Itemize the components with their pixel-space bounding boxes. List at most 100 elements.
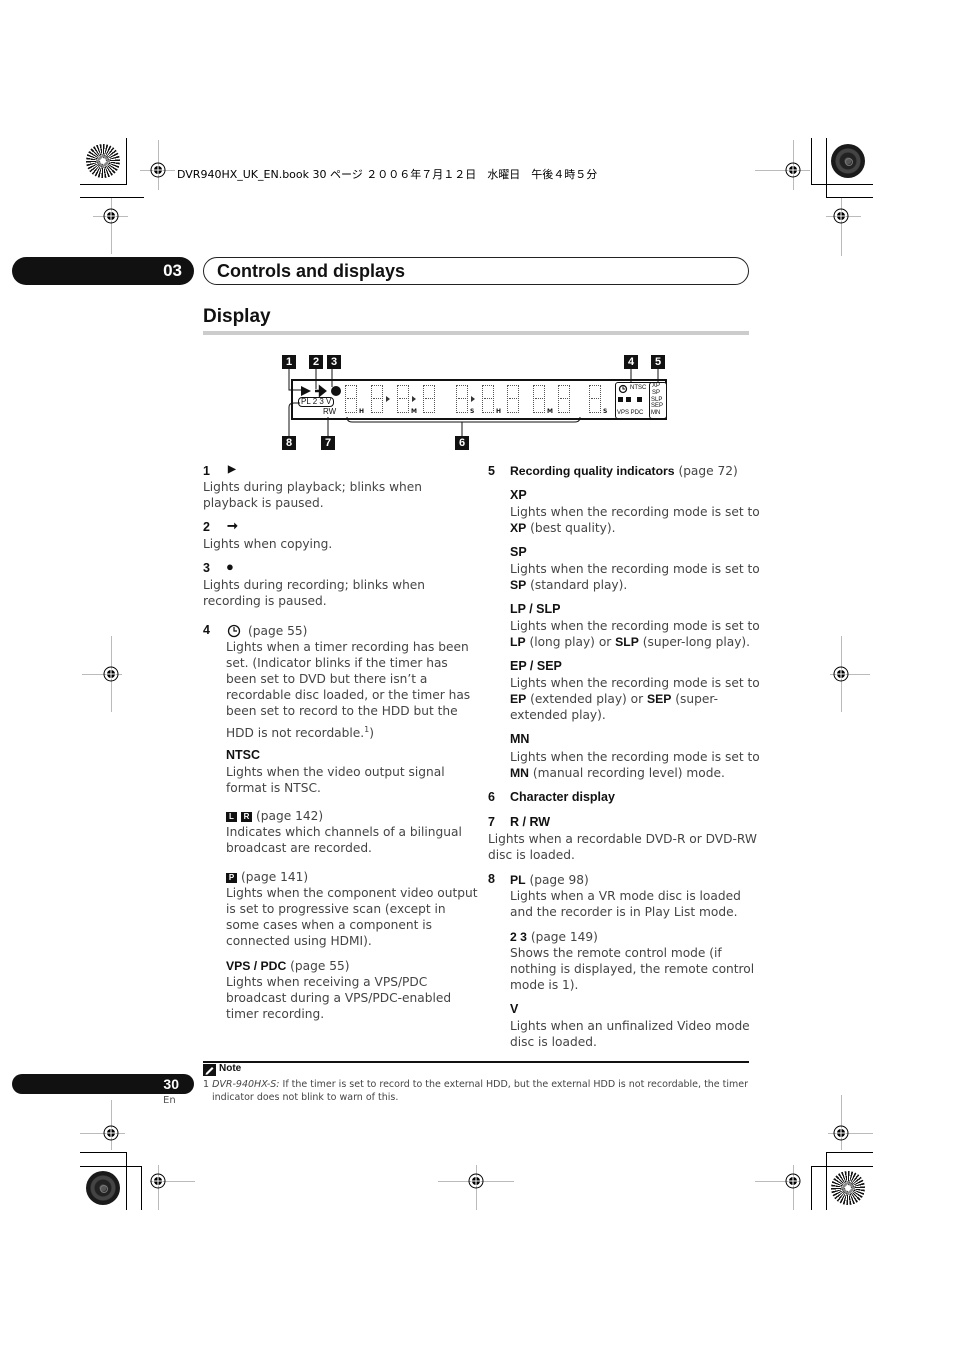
segment-subscript: H <box>496 408 502 415</box>
item-description: Lights when the recording mode is set to… <box>510 619 760 649</box>
copy-arrow-icon: ➞ <box>227 518 238 533</box>
character-segment <box>397 385 409 413</box>
item-number: 5 <box>488 464 495 478</box>
registration-mark-icon <box>833 666 849 682</box>
item-description: Lights when receiving a VPS/PDC broadcast… <box>226 975 452 1021</box>
registration-mark-icon <box>150 162 166 178</box>
display-panel: PL 2 3 V RW H M S H M S NTSC VPS PDC XP SP SL… <box>291 379 667 420</box>
registration-mark-icon <box>150 1173 166 1189</box>
quality-sp: SP <box>652 390 661 396</box>
item-heading: SP <box>510 545 527 559</box>
item-description: Lights when a recordable DVD-R or DVD-RW… <box>488 832 757 862</box>
item-description: Lights when the component video output is… <box>226 886 478 948</box>
item-description: Lights when the recording mode is set to… <box>510 750 760 780</box>
playback-indicators <box>301 384 341 398</box>
item-description: Lights when an unfinalized Video mode dis… <box>510 1019 750 1049</box>
registration-star-icon <box>831 144 865 178</box>
record-icon: ● <box>226 559 234 574</box>
crop-line <box>80 197 144 198</box>
character-segment <box>533 385 545 413</box>
p-item-heading: P (page 141) <box>226 869 308 885</box>
item-heading: NTSC <box>226 748 261 762</box>
item-number: 8 <box>488 872 495 886</box>
item-description: Lights during playback; blinks when playb… <box>203 480 423 510</box>
item-description: Lights when a VR mode disc is loaded and … <box>510 889 741 919</box>
page-ref: (page 55) <box>290 959 350 973</box>
character-segment <box>345 385 357 413</box>
registration-mark-icon <box>468 1173 484 1189</box>
segment-subscript: M <box>547 408 553 415</box>
item-number: 3 <box>203 561 210 575</box>
ntsc-indicator: NTSC <box>630 385 647 391</box>
progressive-icon: P <box>226 872 237 883</box>
copy-arrow-icon <box>315 384 327 398</box>
item-number: 6 <box>488 790 495 804</box>
registration-mark-icon <box>785 1173 801 1189</box>
item-description: Lights during recording; blinks when reco… <box>203 578 426 608</box>
segment-subscript: S <box>603 408 608 415</box>
item-heading: Recording quality indicators (page 72) <box>510 464 738 478</box>
play-icon <box>301 386 311 396</box>
segment-subscript: H <box>359 408 365 415</box>
segment-subscript: S <box>470 408 475 415</box>
timer-clock-icon <box>227 624 241 638</box>
item-description: Lights when the recording mode is set to… <box>510 505 760 535</box>
registration-mark-icon <box>833 208 849 224</box>
crop-line <box>80 184 127 185</box>
vps-pdc-heading: VPS / PDC (page 55) <box>226 959 350 973</box>
registration-mark-icon <box>103 1125 119 1141</box>
registration-star-icon <box>831 1171 865 1205</box>
page-number: 30 <box>12 1074 194 1094</box>
vps-pdc-indicator: VPS PDC <box>617 410 644 416</box>
quality-sep: SEP <box>651 403 664 409</box>
page-ref: (page 55) <box>248 624 308 638</box>
character-segment <box>423 385 435 413</box>
item-heading: LP / SLP <box>510 602 561 616</box>
footnote: 1 DVR-940HX-S: If the timer is set to re… <box>203 1079 749 1103</box>
item-description: Indicates which channels of a bilingual b… <box>226 825 462 855</box>
l-channel-icon: L <box>226 811 237 822</box>
progressive-icon <box>637 397 642 402</box>
item-heading: R / RW <box>510 815 551 829</box>
play-icon: ▶ <box>228 464 236 475</box>
character-segment <box>482 385 494 413</box>
quality-mn: MN <box>651 410 661 416</box>
crop-line <box>126 138 127 184</box>
registration-mark-icon <box>103 208 119 224</box>
item-heading: Character display <box>510 790 615 804</box>
note-label: Note <box>219 1063 242 1074</box>
item-number: 1 <box>203 464 210 478</box>
r-channel-icon <box>626 397 631 402</box>
item-description: Lights when the recording mode is set to… <box>510 562 760 592</box>
section-title: Display <box>203 306 271 327</box>
item-description: Lights when copying. <box>203 537 333 551</box>
section-rule <box>203 331 749 335</box>
character-segment <box>589 385 601 413</box>
item-heading: MN <box>510 732 530 746</box>
item-number: 7 <box>488 815 495 829</box>
chapter-title: Controls and displays <box>203 257 749 285</box>
rw-indicator: RW <box>323 407 337 416</box>
r-channel-icon: R <box>241 811 252 822</box>
character-segment <box>371 385 383 413</box>
separator-marker-icon <box>386 396 390 402</box>
item-description: Lights when the recording mode is set to… <box>510 676 760 722</box>
pl-23-v-indicator: PL 2 3 V <box>298 397 335 407</box>
quality-xp: XP <box>652 383 661 389</box>
character-segment <box>558 385 570 413</box>
item-description: Shows the remote control mode (if nothing… <box>510 946 755 992</box>
registration-star-icon <box>86 1171 120 1205</box>
character-segment <box>507 385 519 413</box>
separator-marker-icon <box>412 396 416 402</box>
note-pencil-icon <box>203 1064 216 1076</box>
item-description: Lights when a timer recording has been se… <box>226 640 471 741</box>
l-channel-icon <box>618 397 623 402</box>
print-header: DVR940HX_UK_EN.book 30 ページ ２００６年７月１２日 水曜… <box>177 168 598 181</box>
item-heading: PL (page 98) <box>510 873 589 887</box>
page-ref: (page 142) <box>256 809 324 823</box>
record-icon <box>331 386 341 396</box>
registration-mark-icon <box>833 1125 849 1141</box>
segment-subscript: M <box>411 408 417 415</box>
chapter-number: 03 <box>12 257 194 285</box>
lr-item-heading: L R (page 142) <box>226 808 323 824</box>
